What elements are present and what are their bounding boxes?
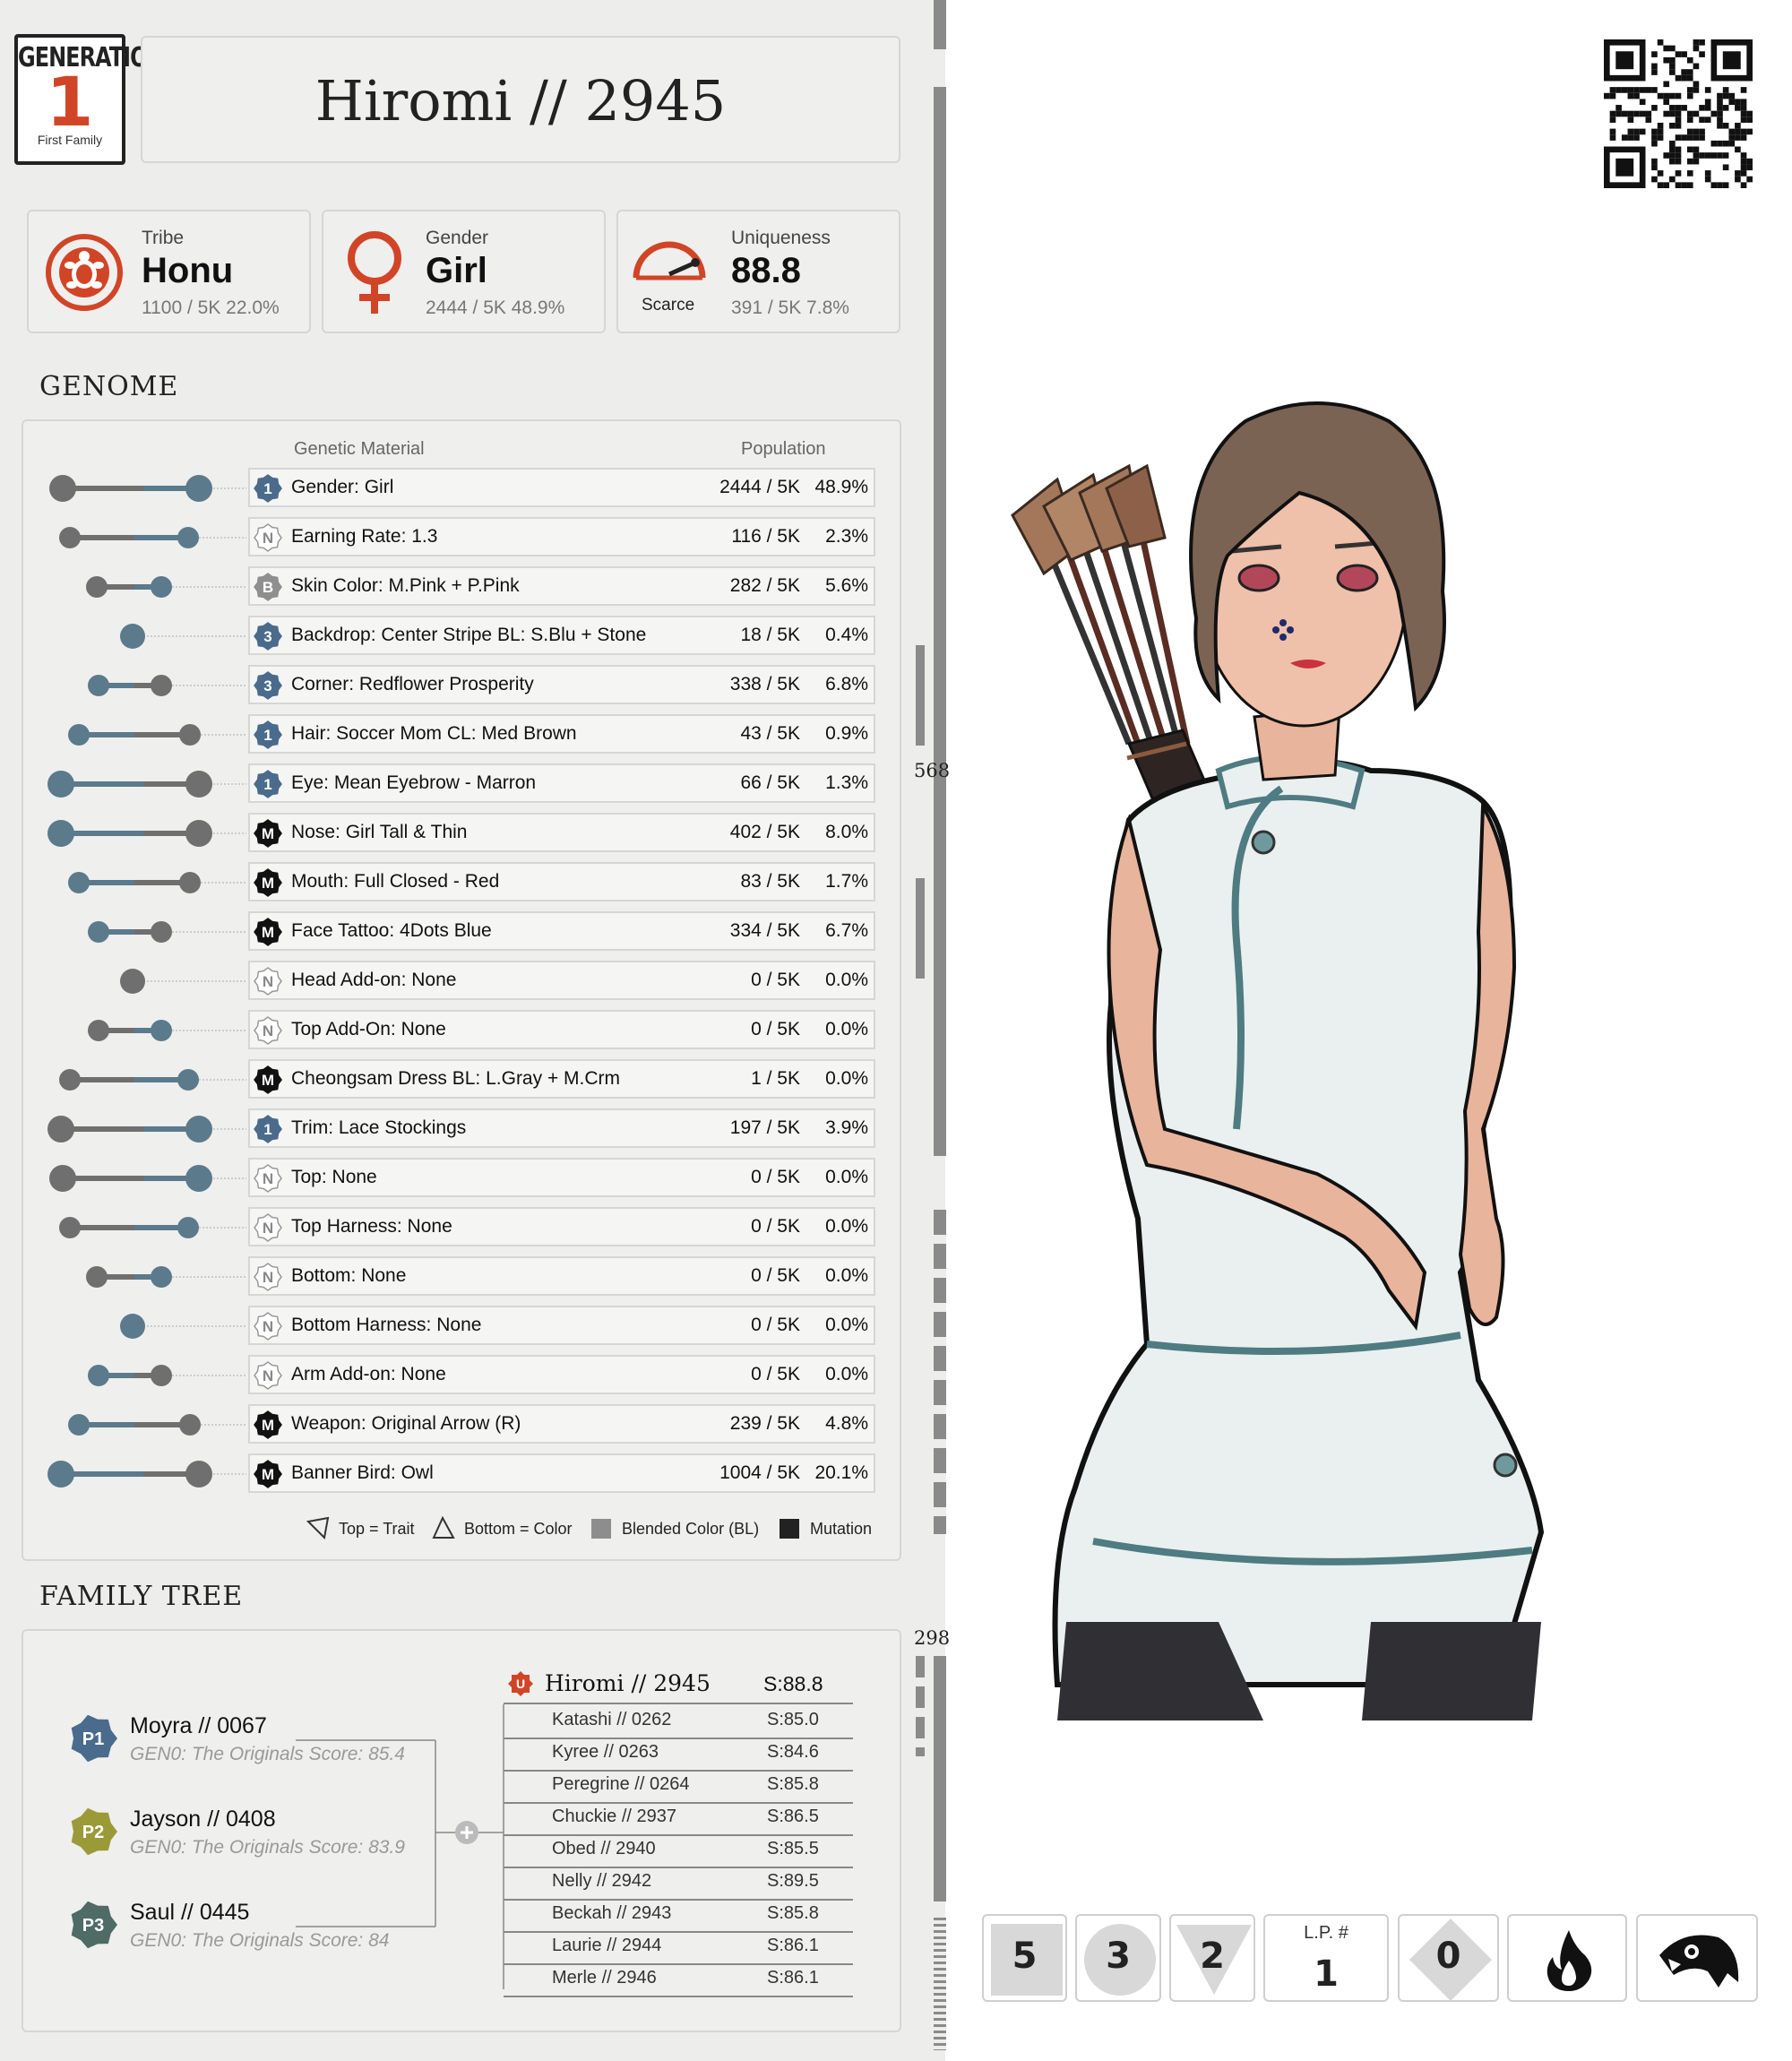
- character-portrait: [1011, 401, 1545, 1720]
- parent-name: Jayson // 0408: [130, 1807, 276, 1832]
- sibling-score: S:85.5: [767, 1839, 819, 1858]
- attribute-card-triangle[interactable]: 2: [1169, 1914, 1255, 2002]
- sibling-name: Kyree // 0263: [552, 1742, 659, 1762]
- sibling-score: S:86.5: [767, 1807, 819, 1826]
- attribute-card-plain[interactable]: 1 L.P. #: [1263, 1914, 1389, 2002]
- card-value: 0: [1435, 1936, 1461, 1977]
- attribute-card-square[interactable]: 5: [982, 1914, 1067, 2002]
- card-value: 5: [1012, 1936, 1038, 1977]
- self-score: S:88.8: [763, 1672, 823, 1695]
- sibling-divider: [504, 1867, 853, 1868]
- ruler-mark-568: 568: [914, 760, 951, 781]
- sibling-name: Merle // 2946: [552, 1968, 657, 1988]
- card-value: 1: [1314, 1953, 1339, 1995]
- parent-score: GEN0: The Originals Score: 85.4: [130, 1744, 405, 1764]
- svg-text:U: U: [516, 1677, 525, 1691]
- parent-name: Saul // 0445: [130, 1900, 250, 1925]
- attribute-card-circle[interactable]: 3: [1075, 1914, 1161, 2002]
- sibling-divider: [504, 1963, 853, 1965]
- svg-text:P3: P3: [82, 1916, 104, 1936]
- sibling-score: S:84.6: [767, 1742, 819, 1762]
- flame-card[interactable]: [1507, 1914, 1627, 2002]
- sibling-score: S:85.8: [767, 1774, 819, 1794]
- svg-text:P2: P2: [82, 1823, 104, 1842]
- sibling-divider: [504, 1834, 853, 1836]
- sibling-name: Chuckie // 2937: [552, 1807, 676, 1826]
- sibling-name: Nelly // 2942: [552, 1871, 652, 1891]
- sibling-divider: [504, 1996, 853, 1997]
- quiver-icon: [1011, 463, 1210, 808]
- sibling-divider: [504, 1899, 853, 1901]
- parent-name: Moyra // 0067: [130, 1713, 267, 1738]
- sibling-score: S:85.8: [767, 1903, 819, 1923]
- parent-badge-icon: P3: [71, 1901, 117, 1949]
- sibling-score: S:85.0: [767, 1710, 819, 1729]
- ruler-mark-298: 298: [914, 1627, 951, 1649]
- parent-badge-icon: P1: [71, 1714, 117, 1763]
- sibling-name: Katashi // 0262: [552, 1710, 672, 1729]
- card-value: 2: [1200, 1936, 1225, 1977]
- sibling-name: Beckah // 2943: [552, 1903, 672, 1923]
- sibling-score: S:86.1: [767, 1936, 819, 1955]
- flame-icon: [1546, 1930, 1592, 1991]
- parent-score: GEN0: The Originals Score: 83.9: [130, 1837, 405, 1858]
- sibling-divider: [504, 1931, 853, 1933]
- owl-card[interactable]: [1636, 1914, 1758, 2002]
- svg-text:P1: P1: [82, 1729, 104, 1749]
- sibling-name: Laurie // 2944: [552, 1936, 662, 1955]
- parent-badge-icon: P2: [71, 1807, 117, 1856]
- self-name: Hiromi // 2945: [545, 1670, 711, 1696]
- qr-code[interactable]: [1604, 39, 1753, 188]
- card-label: L.P. #: [1304, 1923, 1348, 1943]
- self-badge-icon: U: [508, 1671, 533, 1696]
- sibling-divider: [504, 1770, 853, 1772]
- owl-icon: [1659, 1935, 1739, 1988]
- sibling-name: Peregrine // 0264: [552, 1774, 690, 1794]
- sibling-divider: [504, 1802, 853, 1804]
- sibling-score: S:89.5: [767, 1871, 819, 1891]
- self-divider: [504, 1703, 853, 1704]
- card-value: 3: [1106, 1936, 1131, 1977]
- sibling-divider: [504, 1738, 853, 1739]
- attribute-card-diamond[interactable]: 0: [1398, 1914, 1499, 2002]
- parent-score: GEN0: The Originals Score: 84: [130, 1930, 390, 1951]
- sibling-name: Obed // 2940: [552, 1839, 656, 1858]
- sibling-score: S:86.1: [767, 1968, 819, 1988]
